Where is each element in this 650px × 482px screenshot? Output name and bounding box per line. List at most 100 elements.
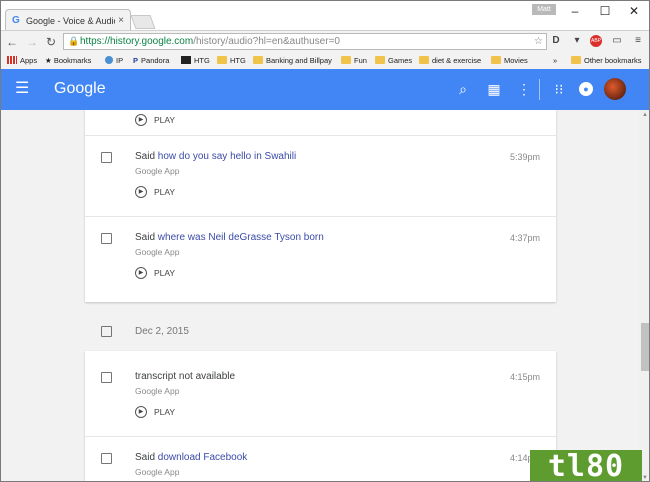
bookmark-folder-games[interactable]: Games: [375, 55, 412, 66]
google-logo[interactable]: Google: [54, 80, 106, 98]
source-label: Google App: [135, 386, 180, 396]
bookmark-htg[interactable]: HTG: [181, 55, 210, 66]
query-link[interactable]: where was Neil deGrasse Tyson born: [158, 232, 324, 243]
apps-grid-icon[interactable]: ⁝⁝: [551, 81, 567, 97]
back-arrow-icon[interactable]: ←: [5, 34, 19, 50]
bookmark-folder-movies[interactable]: Movies: [491, 55, 528, 66]
select-all-date-checkbox[interactable]: [101, 326, 112, 337]
lock-icon: 🔒: [68, 36, 80, 46]
htg-icon: [181, 56, 191, 64]
more-vert-icon[interactable]: ⋮: [516, 81, 532, 97]
extension-d-icon[interactable]: D: [549, 34, 563, 48]
bookmark-label: diet & exercise: [432, 56, 482, 65]
chrome-menu-icon[interactable]: ≡: [631, 34, 645, 48]
date-group-header: Dec 2, 2015: [85, 314, 556, 350]
folder-icon: [571, 56, 581, 64]
app-header: ☰ Google ⌕ ▦ ⋮ ⁝⁝ ●: [1, 69, 649, 110]
bookmark-pandora[interactable]: P Pandora: [133, 55, 169, 66]
bookmark-other-bookmarks[interactable]: Other bookmarks: [571, 55, 642, 66]
play-circle-icon: ▶: [135, 114, 147, 126]
select-checkbox[interactable]: [101, 152, 112, 163]
url-path: /history/audio?hl=en&authuser=0: [193, 36, 340, 47]
history-content: ▶ PLAY Said how do you say hello in Swahi…: [1, 110, 639, 481]
browser-window: G Google - Voice & Audio A × Matt – ☐ ✕ …: [0, 0, 650, 482]
avatar[interactable]: [604, 78, 626, 100]
query-link[interactable]: how do you say hello in Swahili: [158, 151, 296, 162]
timestamp: 5:39pm: [509, 152, 540, 162]
bookmarks-bar: Apps ★ Bookmarks IP P Pandora HTG HTG Ban…: [1, 52, 649, 70]
notifications-icon[interactable]: ●: [579, 82, 593, 96]
play-button[interactable]: ▶ PLAY: [135, 114, 175, 126]
star-icon: ★: [45, 56, 52, 65]
list-item: Said download Facebook Google App 4:14pm: [85, 436, 556, 481]
profile-badge[interactable]: Matt: [532, 4, 556, 15]
browser-tab[interactable]: G Google - Voice & Audio A ×: [5, 9, 131, 31]
bookmark-label: Pandora: [141, 56, 170, 65]
scroll-up-icon[interactable]: ▲: [639, 112, 649, 118]
maximize-button[interactable]: ☐: [595, 4, 615, 18]
folder-icon: [253, 56, 263, 64]
cast-icon[interactable]: ▭: [610, 34, 624, 48]
query-link[interactable]: download Facebook: [158, 452, 248, 463]
query-text: transcript not available: [135, 371, 235, 383]
play-button[interactable]: ▶ PLAY: [135, 267, 175, 279]
address-bar[interactable]: 🔒 https://history.google.com/history/aud…: [63, 33, 547, 50]
bookmark-apps[interactable]: Apps: [7, 55, 37, 66]
bookmark-label: IP: [116, 56, 124, 65]
bookmark-label: HTG: [194, 56, 210, 65]
bookmark-label: Apps: [20, 56, 38, 65]
minimize-button[interactable]: –: [565, 4, 585, 18]
bookmark-label: Banking and Billpay: [266, 56, 332, 65]
bookmark-label: Bookmarks: [53, 56, 92, 65]
query-prefix: Said: [135, 151, 158, 162]
title-bar: G Google - Voice & Audio A × Matt – ☐ ✕: [1, 1, 649, 31]
bookmarks-overflow-chevron-icon[interactable]: »: [553, 55, 557, 66]
list-item: ▶ PLAY: [85, 110, 556, 136]
reload-icon[interactable]: ↻: [44, 34, 58, 50]
list-item: transcript not available Google App 4:15…: [85, 351, 556, 437]
play-circle-icon: ▶: [135, 186, 147, 198]
watermark-logo: tl80: [530, 450, 642, 481]
scrollbar-thumb[interactable]: [641, 323, 649, 371]
adblock-icon[interactable]: ABP: [590, 35, 602, 47]
bookmark-ip[interactable]: IP: [105, 55, 123, 66]
bookmark-folder-htg[interactable]: HTG: [217, 55, 246, 66]
bookmark-folder-diet[interactable]: diet & exercise: [419, 55, 481, 66]
source-label: Google App: [135, 247, 180, 257]
folder-icon: [375, 56, 385, 64]
play-circle-icon: ▶: [135, 406, 147, 418]
tab-close-icon[interactable]: ×: [118, 15, 124, 26]
select-checkbox[interactable]: [101, 453, 112, 464]
tab-title: Google - Voice & Audio A: [26, 15, 115, 26]
query-prefix: transcript not available: [135, 371, 236, 382]
page-scrollbar[interactable]: ▲ ▼: [639, 110, 649, 481]
hamburger-menu-icon[interactable]: ☰: [15, 81, 29, 97]
search-icon[interactable]: ⌕: [455, 81, 471, 97]
bookmark-label: HTG: [230, 56, 246, 65]
play-button[interactable]: ▶ PLAY: [135, 406, 175, 418]
bookmark-bookmarks[interactable]: ★ Bookmarks: [45, 55, 91, 66]
play-button[interactable]: ▶ PLAY: [135, 186, 175, 198]
list-item: Said where was Neil deGrasse Tyson born …: [85, 216, 556, 302]
play-label: PLAY: [154, 115, 176, 125]
bookmark-folder-fun[interactable]: Fun: [341, 55, 367, 66]
globe-icon: [105, 56, 113, 64]
folder-icon: [341, 56, 351, 64]
browser-toolbar: ← → ↻ 🔒 https://history.google.com/histo…: [1, 30, 649, 53]
pocket-icon[interactable]: ▾: [570, 34, 584, 48]
forward-arrow-icon[interactable]: →: [25, 34, 39, 50]
select-checkbox[interactable]: [101, 233, 112, 244]
query-prefix: Said: [135, 232, 158, 243]
calendar-icon[interactable]: ▦: [486, 81, 502, 97]
close-window-button[interactable]: ✕: [624, 4, 644, 18]
play-label: PLAY: [154, 407, 176, 417]
bookmark-folder-banking[interactable]: Banking and Billpay: [253, 55, 332, 66]
new-tab-button[interactable]: [130, 15, 156, 29]
bookmark-star-icon[interactable]: ☆: [534, 34, 543, 49]
list-item: Said how do you say hello in Swahili Goo…: [85, 135, 556, 217]
select-checkbox[interactable]: [101, 372, 112, 383]
timestamp: 4:15pm: [509, 372, 540, 382]
google-favicon-icon: G: [12, 14, 20, 26]
source-label: Google App: [135, 166, 180, 176]
folder-icon: [217, 56, 227, 64]
